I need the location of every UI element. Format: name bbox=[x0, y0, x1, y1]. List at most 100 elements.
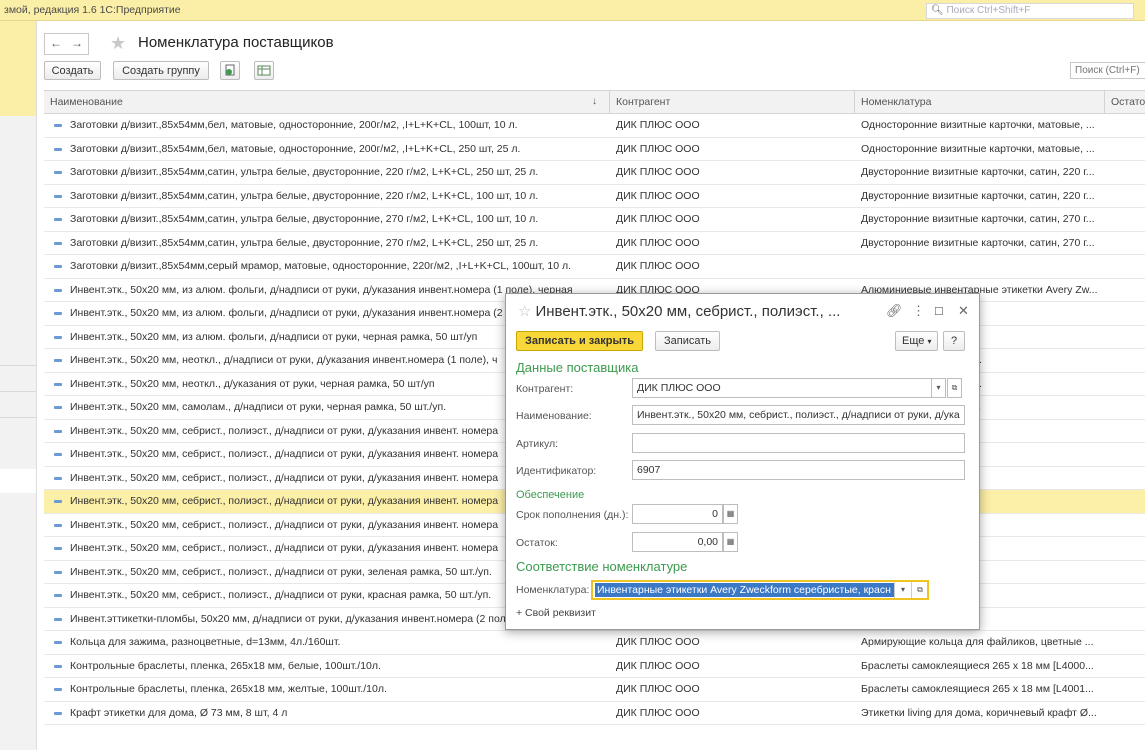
create-button[interactable]: Создать bbox=[44, 61, 101, 80]
item-marker-icon bbox=[54, 617, 62, 621]
cell-name: Заготовки д/визит.,85x54мм,сатин, ультра… bbox=[70, 189, 539, 202]
rest-field[interactable]: 0,00 bbox=[632, 532, 723, 552]
label-name: Наименование: bbox=[516, 410, 592, 422]
item-marker-icon bbox=[54, 594, 62, 597]
item-marker-icon bbox=[54, 147, 62, 151]
cell-name: Крафт этикетки для дома, Ø 73 мм, 8 шт, … bbox=[70, 706, 288, 719]
cell-nomenclature: Односторонние визитные карточки, матовые… bbox=[861, 119, 1095, 131]
more-button-label: Еще bbox=[902, 335, 925, 347]
cell-name: Заготовки д/визит.,85x54мм,бел, матовые,… bbox=[70, 142, 521, 155]
sections-divider bbox=[0, 365, 36, 366]
table-row[interactable]: Контрольные браслеты, пленка, 265x18 мм,… bbox=[44, 678, 1145, 702]
cell-agent: ДИК ПЛЮС ООО bbox=[616, 659, 700, 672]
calculator-icon[interactable]: ▦ bbox=[723, 532, 738, 552]
list-settings-button[interactable] bbox=[254, 61, 274, 80]
sections-divider bbox=[0, 417, 36, 418]
cell-name: Заготовки д/визит.,85x54мм,сатин, ультра… bbox=[70, 213, 539, 225]
name-field[interactable]: Инвент.этк., 50x20 мм, себрист., полиэст… bbox=[632, 405, 965, 425]
table-row[interactable]: Контрольные браслеты, пленка, 265x18 мм,… bbox=[44, 655, 1145, 678]
favorite-star-icon[interactable]: ★ bbox=[110, 33, 126, 53]
cell-nomenclature: Двусторонние визитные карточки, сатин, 2… bbox=[861, 213, 1095, 225]
cell-agent: ДИК ПЛЮС ООО bbox=[616, 260, 700, 272]
table-row[interactable]: Крафт этикетки для дома, Ø 73 мм, 8 шт, … bbox=[44, 702, 1145, 725]
page-title: Номенклатура поставщиков bbox=[138, 34, 334, 51]
supplier-item-dialog: ☆ Инвент.этк., 50x20 мм, себрист., полиэс… bbox=[505, 293, 980, 630]
item-marker-icon bbox=[54, 641, 62, 644]
sections-panel-active bbox=[0, 21, 36, 116]
cell-name: Заготовки д/визит.,85x54мм,сатин, ультра… bbox=[70, 236, 539, 249]
sections-panel bbox=[0, 21, 37, 750]
cell-name: Кольца для зажима, разноцветные, d=13мм,… bbox=[70, 636, 341, 648]
section-supply: Обеспечение bbox=[516, 489, 585, 501]
identifier-field[interactable]: 6907 bbox=[632, 460, 965, 480]
table-row[interactable]: Заготовки д/визит.,85x54мм,сатин, ультра… bbox=[44, 208, 1145, 232]
column-header-nomenclature[interactable]: Номенклатура bbox=[855, 91, 1105, 113]
cell-nomenclature: Этикетки living для дома, коричневый кра… bbox=[861, 706, 1097, 719]
sections-panel-item[interactable] bbox=[0, 469, 36, 493]
cell-agent: ДИК ПЛЮС ООО bbox=[616, 119, 700, 131]
nomenclature-field[interactable]: Инвентарные этикетки Avery Zweckform сер… bbox=[591, 580, 929, 600]
favorite-star-icon[interactable]: ☆ bbox=[518, 303, 531, 320]
agent-open-icon[interactable]: ⧉ bbox=[947, 378, 962, 398]
more-button[interactable]: Еще ▾ bbox=[895, 331, 939, 351]
table-row[interactable]: Кольца для зажима, разноцветные, d=13мм,… bbox=[44, 631, 1145, 655]
section-nomenclature-match: Соответствие номенклатуре bbox=[516, 559, 688, 574]
cell-agent: ДИК ПЛЮС ООО bbox=[616, 683, 700, 695]
item-marker-icon bbox=[54, 288, 62, 292]
table-icon bbox=[257, 65, 271, 76]
forward-button[interactable]: → bbox=[66, 33, 89, 55]
table-row[interactable]: Заготовки д/визит.,85x54мм,бел, матовые,… bbox=[44, 138, 1145, 161]
global-search-placeholder: Поиск Ctrl+Shift+F bbox=[946, 5, 1031, 16]
label-rest: Остаток: bbox=[516, 537, 558, 549]
global-search-input[interactable]: 🔍︎ Поиск Ctrl+Shift+F bbox=[926, 3, 1134, 19]
cell-name: Контрольные браслеты, пленка, 265x18 мм,… bbox=[70, 683, 387, 695]
print-button[interactable] bbox=[220, 61, 240, 80]
nomenclature-dropdown-icon[interactable]: ▾ bbox=[894, 582, 911, 598]
save-button[interactable]: Записать bbox=[655, 331, 721, 351]
agent-field[interactable]: ДИК ПЛЮС ООО bbox=[632, 378, 936, 398]
link-icon[interactable]: 🔗︎ bbox=[886, 303, 903, 319]
cell-agent: ДИК ПЛЮС ООО bbox=[616, 189, 700, 202]
app-title: змой, редакция 1.6 1С:Предприятие bbox=[4, 4, 181, 16]
sections-divider bbox=[0, 391, 36, 392]
sort-desc-icon: ↓ bbox=[592, 96, 597, 107]
more-vertical-icon[interactable]: ⋮ bbox=[912, 303, 925, 319]
table-row[interactable]: Заготовки д/визит.,85x54мм,сатин, ультра… bbox=[44, 232, 1145, 255]
document-green-icon bbox=[225, 64, 235, 76]
table-row[interactable]: Заготовки д/визит.,85x54мм,сатин, ультра… bbox=[44, 161, 1145, 185]
item-marker-icon bbox=[54, 312, 62, 315]
cell-agent: ДИК ПЛЮС ООО bbox=[616, 706, 700, 719]
list-search-input[interactable] bbox=[1070, 62, 1145, 79]
table-row[interactable]: Заготовки д/визит.,85x54мм,бел, матовые,… bbox=[44, 114, 1145, 138]
back-button[interactable]: ← bbox=[44, 33, 68, 55]
nomenclature-open-icon[interactable]: ⧉ bbox=[911, 582, 928, 598]
cell-nomenclature: Армирующие кольца для файликов, цветные … bbox=[861, 636, 1094, 648]
article-field[interactable] bbox=[632, 433, 965, 453]
item-marker-icon bbox=[54, 241, 62, 245]
cell-agent: ДИК ПЛЮС ООО bbox=[616, 166, 700, 178]
dialog-title-text: Инвент.этк., 50x20 мм, себрист., полиэст… bbox=[535, 303, 841, 320]
table-row[interactable]: Заготовки д/визит.,85x54мм,серый мрамор,… bbox=[44, 255, 1145, 279]
cell-name: Заготовки д/визит.,85x54мм,серый мрамор,… bbox=[70, 260, 572, 272]
maximize-icon[interactable]: ☐ bbox=[934, 305, 944, 318]
column-header-rest[interactable]: Остаток bbox=[1105, 91, 1145, 113]
chevron-down-icon: ▾ bbox=[927, 337, 932, 346]
close-icon[interactable]: ✕ bbox=[958, 303, 969, 319]
agent-dropdown-icon[interactable]: ▾ bbox=[931, 378, 946, 398]
create-group-button[interactable]: Создать группу bbox=[113, 61, 209, 80]
cell-agent: ДИК ПЛЮС ООО bbox=[616, 636, 700, 648]
table-row[interactable]: Заготовки д/визит.,85x54мм,сатин, ультра… bbox=[44, 185, 1145, 208]
add-custom-attribute-link[interactable]: + Свой реквизит bbox=[516, 607, 596, 619]
item-marker-icon bbox=[54, 570, 62, 574]
save-and-close-button[interactable]: Записать и закрыть bbox=[516, 331, 644, 351]
lead-time-field[interactable]: 0 bbox=[632, 504, 723, 524]
item-marker-icon bbox=[54, 711, 62, 715]
cell-nomenclature: Двусторонние визитные карточки, сатин, 2… bbox=[861, 236, 1095, 249]
column-header-agent[interactable]: Контрагент bbox=[610, 91, 855, 113]
cell-nomenclature bbox=[861, 255, 1103, 278]
column-header-name[interactable]: Наименование bbox=[44, 91, 610, 113]
calculator-icon[interactable]: ▦ bbox=[723, 504, 738, 524]
item-marker-icon bbox=[54, 194, 62, 198]
item-marker-icon bbox=[54, 476, 62, 480]
help-button[interactable]: ? bbox=[943, 331, 965, 351]
